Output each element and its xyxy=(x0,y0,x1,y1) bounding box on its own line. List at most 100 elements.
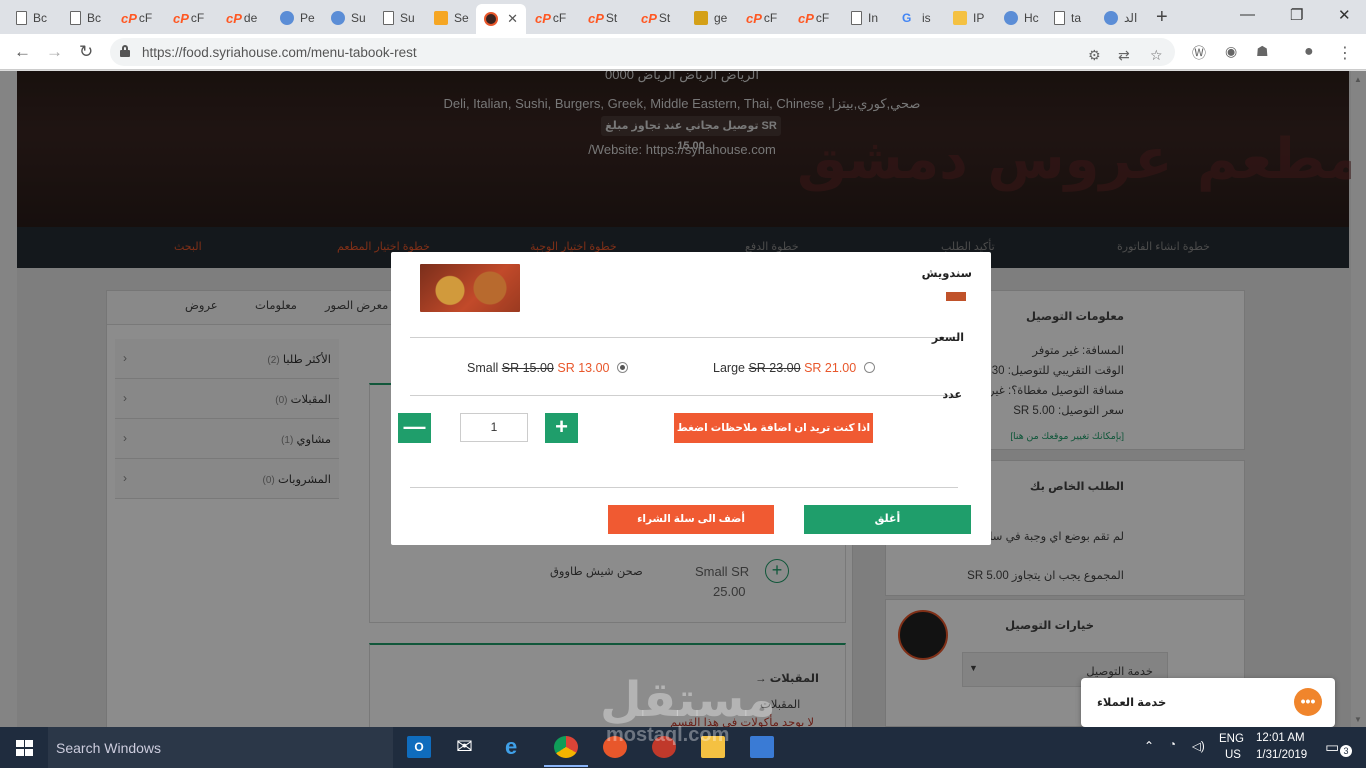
browser-tab[interactable]: Bc xyxy=(62,4,110,32)
tab-label: Bc xyxy=(33,11,48,25)
menu-icon[interactable]: ⋮ xyxy=(1337,43,1353,63)
tab-label: St xyxy=(658,11,671,25)
browser-tab[interactable]: ta xyxy=(1046,4,1094,32)
tab-label: ge xyxy=(714,11,728,25)
profile-icon[interactable]: ● xyxy=(1304,43,1314,61)
browser-tab[interactable]: In xyxy=(843,4,891,32)
network-icon[interactable]: ◔ xyxy=(1169,739,1176,751)
ge-icon xyxy=(694,11,708,25)
close-tab-icon[interactable]: ✕ xyxy=(507,11,518,27)
mail-icon[interactable]: ✉ xyxy=(456,736,480,758)
windows-taskbar: Search Windows O ✉ e mostaql.com ⌃ ◔ ◁) … xyxy=(0,724,1366,768)
product-thumbnail xyxy=(946,292,966,301)
cp-icon: cP xyxy=(226,10,242,26)
quantity-increase-button[interactable]: + xyxy=(545,413,578,443)
maximize-icon[interactable]: ❐ xyxy=(1290,6,1303,24)
browser-tab[interactable]: Hc xyxy=(996,4,1044,32)
minimize-icon[interactable]: — xyxy=(1240,6,1255,23)
notification-count: 3 xyxy=(1340,745,1352,757)
tab-label: cF xyxy=(763,11,778,25)
browser-tab[interactable]: Pe xyxy=(272,4,320,32)
close-button[interactable]: أغلق xyxy=(804,505,971,534)
language-region[interactable]: US xyxy=(1225,749,1241,761)
bookmark-star-icon[interactable]: ☆ xyxy=(1150,47,1163,64)
forward-icon[interactable]: → xyxy=(46,42,63,62)
browser-tab[interactable]: ✕ xyxy=(476,4,526,34)
doc-icon xyxy=(1054,11,1065,25)
volume-icon[interactable]: ◁) xyxy=(1192,739,1205,753)
tab-label: الد xyxy=(1124,11,1138,25)
close-window-icon[interactable]: ✕ xyxy=(1338,6,1351,24)
chrome-icon[interactable] xyxy=(544,736,588,767)
browser-tab[interactable]: cP cF xyxy=(738,4,786,32)
cp-icon: cP xyxy=(173,10,189,26)
site-settings-icon[interactable]: ⚙ xyxy=(1088,47,1101,64)
quantity-decrease-button[interactable]: — xyxy=(398,413,431,443)
windows-start-icon[interactable] xyxy=(16,740,33,756)
tab-label: Pe xyxy=(300,11,315,25)
radio-unselected[interactable] xyxy=(863,362,875,373)
browser-tab[interactable]: cP cF xyxy=(113,4,161,32)
browser-tab[interactable]: cP St xyxy=(580,4,628,32)
extension2-icon[interactable]: ☗ xyxy=(1256,43,1269,60)
option-large[interactable]: Large SR 23.00 SR 21.00 xyxy=(713,361,875,375)
translate-icon[interactable]: ⇄ xyxy=(1118,47,1130,64)
new-tab-button[interactable]: + xyxy=(1156,6,1168,29)
notifications-icon[interactable]: ▭ xyxy=(1325,738,1339,756)
outlook-icon[interactable]: O xyxy=(407,736,431,758)
language-indicator[interactable]: ENG xyxy=(1219,733,1244,745)
back-icon[interactable]: ← xyxy=(14,42,31,62)
browser-tab[interactable]: cP St xyxy=(633,4,681,32)
browser-tab[interactable]: Se xyxy=(426,4,474,32)
clock-time[interactable]: 12:01 AM xyxy=(1256,732,1305,744)
add-notes-button[interactable]: اذا كنت تريد ان اضافة ملاحظات اضغط هنا xyxy=(674,413,873,464)
url-text[interactable]: https://food.syriahouse.com/menu-tabook-… xyxy=(142,45,417,60)
product-image xyxy=(420,264,520,312)
ar-icon xyxy=(1104,11,1118,25)
tab-label: Bc xyxy=(87,11,102,25)
option-new-price: SR 13.00 xyxy=(557,361,610,375)
wordpress-extension-icon[interactable]: Ⓦ xyxy=(1192,43,1206,63)
divider xyxy=(410,395,958,396)
chat-bubble-icon[interactable]: ••• xyxy=(1294,688,1322,716)
browser-tab[interactable]: الد xyxy=(1096,4,1144,32)
add-to-cart-button[interactable]: أضف الى سلة الشراء xyxy=(608,505,774,534)
taskbar-search[interactable]: Search Windows xyxy=(48,727,393,768)
cp-icon: cP xyxy=(588,10,604,26)
cp-icon: cP xyxy=(121,10,137,26)
browser-tab[interactable]: cP cF xyxy=(165,4,213,32)
browser-tab[interactable]: cP cF xyxy=(527,4,575,32)
cp-icon: cP xyxy=(746,10,762,26)
quantity-input[interactable]: 1 xyxy=(460,413,528,442)
chat-label: خدمة العملاء xyxy=(1097,697,1167,709)
tab-label: cF xyxy=(138,11,153,25)
extension-icon[interactable]: ◉ xyxy=(1225,43,1237,60)
ie-icon[interactable]: e xyxy=(505,736,529,758)
tab-label: cF xyxy=(552,11,567,25)
browser-tab[interactable]: IP xyxy=(945,4,993,32)
customer-service-chat[interactable]: خدمة العملاء ••• xyxy=(1081,678,1335,727)
watermark-arabic: مستقل xyxy=(600,672,776,728)
tab-label: St xyxy=(605,11,618,25)
watermark-latin: mostaql.com xyxy=(606,724,730,746)
taskbar-search-text: Search Windows xyxy=(56,740,162,756)
chevron-up-icon[interactable]: ⌃ xyxy=(1144,739,1154,753)
address-bar[interactable]: https://food.syriahouse.com/menu-tabook-… xyxy=(110,38,1175,66)
browser-tab-bar: Bc Bc cP cF cP cF cP de Pe Su Su Se ✕ cP cF cP St cP St ge c… xyxy=(0,0,1366,34)
browser-tab[interactable]: Su xyxy=(375,4,423,32)
divider xyxy=(410,337,958,338)
option-small[interactable]: Small SR 15.00 SR 13.00 xyxy=(467,361,628,375)
google-icon: G xyxy=(902,11,912,25)
browser-tab[interactable]: Bc xyxy=(8,4,56,32)
clock-date[interactable]: 1/31/2019 xyxy=(1256,749,1307,761)
app3-icon[interactable] xyxy=(750,736,774,758)
pe-icon xyxy=(280,11,294,25)
browser-tab[interactable]: cP de xyxy=(218,4,266,32)
radio-selected[interactable] xyxy=(616,362,628,373)
browser-tab[interactable]: Su xyxy=(323,4,371,32)
browser-tab[interactable]: cP cF xyxy=(790,4,838,32)
su-icon xyxy=(331,11,345,25)
reload-icon[interactable]: ↻ xyxy=(79,42,93,62)
browser-tab[interactable]: ge xyxy=(686,4,734,32)
browser-tab[interactable]: Gis xyxy=(894,4,942,32)
